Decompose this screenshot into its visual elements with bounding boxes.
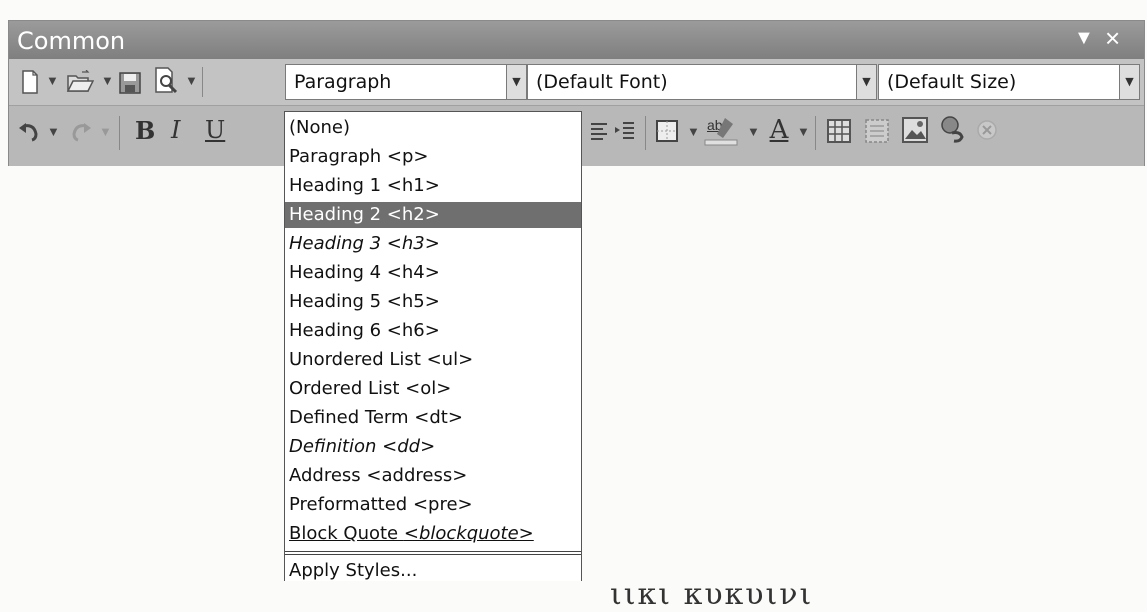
chevron-down-icon[interactable]: ▼ [185, 73, 198, 88]
open-folder-icon[interactable] [65, 69, 95, 95]
italic-button[interactable]: I [171, 116, 180, 144]
chevron-down-icon[interactable]: ▼ [46, 73, 59, 88]
menu-item-heading-5[interactable]: Heading 5 <h5> [285, 289, 581, 315]
format-combo[interactable]: Paragraph ▼ [285, 64, 527, 100]
chevron-down-icon[interactable]: ▼ [1119, 65, 1139, 99]
preview-icon[interactable] [151, 65, 181, 95]
chevron-down-icon[interactable]: ▼ [687, 124, 700, 139]
toolbar-row-1: ▼ ▼ ▼ Paragraph ▼ (Default Font) ▼ (Defa… [9, 59, 1144, 105]
menu-triangle-icon[interactable]: ▼ [1074, 28, 1094, 48]
toolbar-separator [119, 116, 120, 150]
size-combo[interactable]: (Default Size) ▼ [878, 64, 1140, 100]
menu-item-heading-4[interactable]: Heading 4 <h4> [285, 260, 581, 286]
size-combo-value: (Default Size) [887, 71, 1017, 93]
toolbar-separator [202, 67, 203, 97]
chevron-down-icon[interactable]: ▼ [856, 65, 876, 99]
menu-item-address[interactable]: Address <address> [285, 463, 581, 489]
table-icon[interactable] [825, 117, 853, 145]
close-icon[interactable]: × [1105, 25, 1120, 51]
chevron-down-icon[interactable]: ▼ [47, 124, 60, 139]
block-quote-tag: <blockquote> [403, 523, 534, 544]
panel-title: Common [17, 27, 126, 55]
menu-item-apply-styles[interactable]: Apply Styles... [285, 558, 581, 581]
menu-item-ordered-list[interactable]: Ordered List <ol> [285, 376, 581, 402]
menu-item-block-quote[interactable]: Block Quote <blockquote> [285, 521, 581, 547]
document-partial-text: ιικι κυκυινι [610, 577, 814, 612]
link-icon[interactable] [937, 114, 967, 144]
bold-button[interactable]: B [135, 116, 155, 145]
toolbar-separator [815, 116, 816, 150]
format-dropdown-menu: (None) Paragraph <p> Heading 1 <h1> Head… [284, 111, 582, 581]
font-color-icon[interactable]: A [765, 112, 793, 148]
menu-separator [285, 551, 581, 555]
menu-item-heading-6[interactable]: Heading 6 <h6> [285, 318, 581, 344]
underline-button[interactable]: U [205, 116, 225, 144]
save-icon[interactable] [117, 70, 143, 96]
unlink-icon[interactable] [975, 118, 999, 142]
align-icon[interactable] [587, 118, 611, 144]
font-combo-value: (Default Font) [536, 71, 668, 93]
menu-item-defined-term[interactable]: Defined Term <dt> [285, 405, 581, 431]
menu-item-heading-1[interactable]: Heading 1 <h1> [285, 173, 581, 199]
undo-icon[interactable] [17, 120, 41, 144]
chevron-down-icon[interactable]: ▼ [797, 124, 810, 139]
menu-item-unordered-list[interactable]: Unordered List <ul> [285, 347, 581, 373]
chevron-down-icon[interactable]: ▼ [101, 73, 114, 88]
menu-item-preformatted[interactable]: Preformatted <pre> [285, 492, 581, 518]
toolbar-separator [645, 116, 646, 150]
menu-item-paragraph[interactable]: Paragraph <p> [285, 144, 581, 170]
border-icon[interactable] [653, 117, 681, 145]
menu-item-heading-2[interactable]: Heading 2 <h2> [285, 202, 581, 228]
font-combo[interactable]: (Default Font) ▼ [527, 64, 877, 100]
indent-icon[interactable] [613, 118, 637, 144]
format-combo-value: Paragraph [294, 71, 392, 93]
panel-titlebar: Common ▼ × [9, 21, 1144, 59]
menu-item-definition[interactable]: Definition <dd> [285, 434, 581, 460]
chevron-down-icon[interactable]: ▼ [506, 65, 526, 99]
block-quote-label: Block Quote [289, 523, 404, 544]
image-icon[interactable] [901, 116, 929, 144]
menu-item-heading-3[interactable]: Heading 3 <h3> [285, 231, 581, 257]
highlight-icon[interactable]: ab [703, 114, 741, 148]
font-color-label: A [769, 115, 789, 145]
menu-item-none[interactable]: (None) [285, 115, 581, 141]
chevron-down-icon[interactable]: ▼ [99, 124, 112, 139]
new-document-icon[interactable] [19, 69, 41, 95]
chevron-down-icon[interactable]: ▼ [747, 124, 760, 139]
redo-icon[interactable] [69, 120, 93, 144]
layer-icon[interactable] [863, 117, 891, 145]
